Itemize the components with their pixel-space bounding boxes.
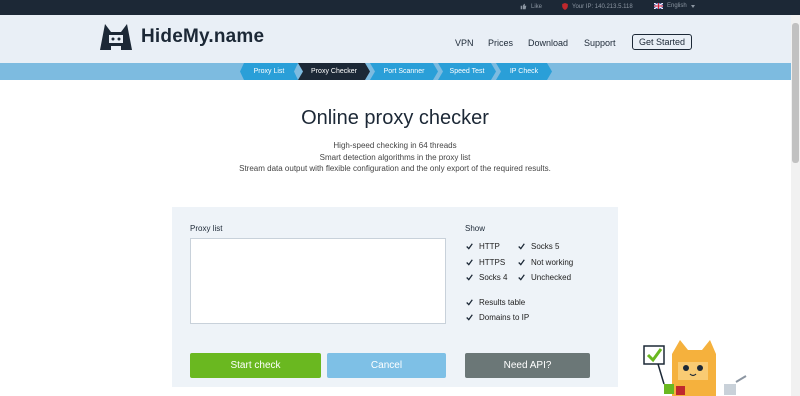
check-icon [466, 314, 473, 321]
check-icon [466, 274, 473, 281]
page-title: Online proxy checker [301, 107, 489, 129]
language-selector[interactable]: English [654, 3, 695, 9]
ip-info: Your IP: 140.213.5.118 [562, 3, 633, 10]
tab-ip-check[interactable]: IP Check [496, 63, 552, 80]
check-icon [518, 243, 525, 250]
tab-port-scanner[interactable]: Port Scanner [370, 63, 438, 80]
ninja-cat-logo-icon [100, 24, 132, 54]
tab-proxy-checker[interactable]: Proxy Checker [298, 63, 370, 80]
tab-speed-test[interactable]: Speed Test [438, 63, 496, 80]
like-label: Like [531, 3, 543, 10]
feature-line-3: Stream data output with flexible configu… [239, 164, 551, 173]
shield-icon [562, 3, 568, 10]
top-bar: Like Your IP: 140.213.5.118 English [0, 0, 800, 15]
page-scrollbar[interactable] [791, 15, 800, 396]
checkbox-http[interactable]: HTTP [466, 242, 500, 251]
tab-proxy-list[interactable]: Proxy List [240, 63, 298, 80]
check-icon [466, 259, 473, 266]
nav-download[interactable]: Download [528, 38, 568, 48]
uk-flag-icon [654, 3, 663, 9]
checkbox-label: HTTP [479, 242, 500, 251]
checkbox-socks5[interactable]: Socks 5 [518, 242, 559, 251]
scrollbar-thumb[interactable] [792, 23, 799, 163]
check-icon [466, 299, 473, 306]
start-check-button[interactable]: Start check [190, 353, 321, 378]
checkbox-label: Domains to IP [479, 313, 530, 322]
checkbox-socks4[interactable]: Socks 4 [466, 273, 507, 282]
checkbox-not-working[interactable]: Not working [518, 258, 573, 267]
checkbox-label: Socks 5 [531, 242, 560, 251]
checkbox-label: HTTPS [479, 258, 506, 267]
nav-prices[interactable]: Prices [488, 38, 513, 48]
logo-text: HideMy.name [141, 26, 265, 47]
checkbox-unchecked[interactable]: Unchecked [518, 273, 571, 282]
checkbox-label: Socks 4 [479, 273, 508, 282]
thumbs-up-icon [520, 3, 527, 10]
proxy-list-label: Proxy list [190, 224, 223, 233]
cat-mascot-icon [643, 340, 747, 396]
checkbox-results-table[interactable]: Results table [466, 298, 525, 307]
checkbox-label: Unchecked [531, 273, 572, 282]
site-header: HideMy.name VPN Prices Download Support … [0, 15, 800, 63]
checkbox-label: Not working [531, 258, 574, 267]
nav-support[interactable]: Support [584, 38, 616, 48]
language-label: English [667, 3, 687, 9]
checkbox-domains-to-ip[interactable]: Domains to IP [466, 313, 529, 322]
feature-line-1: High-speed checking in 64 threads [333, 141, 457, 150]
check-icon [466, 243, 473, 250]
need-api-button[interactable]: Need API? [465, 353, 590, 378]
check-icon [518, 259, 525, 266]
tool-tabs: Proxy List Proxy Checker Port Scanner Sp… [0, 63, 800, 80]
checkbox-label: Results table [479, 298, 526, 307]
nav-vpn[interactable]: VPN [455, 38, 474, 48]
get-started-button[interactable]: Get Started [632, 34, 692, 50]
show-label: Show [465, 224, 486, 233]
proxy-list-textarea[interactable] [190, 238, 446, 324]
like-link[interactable]: Like [520, 3, 542, 10]
checkbox-https[interactable]: HTTPS [466, 258, 505, 267]
ip-label: Your IP: 140.213.5.118 [572, 3, 633, 10]
feature-line-2: Smart detection algorithms in the proxy … [319, 153, 471, 162]
cancel-button[interactable]: Cancel [327, 353, 446, 378]
caret-down-icon [690, 4, 695, 8]
check-icon [518, 274, 525, 281]
logo[interactable]: HideMy.name [97, 20, 264, 54]
